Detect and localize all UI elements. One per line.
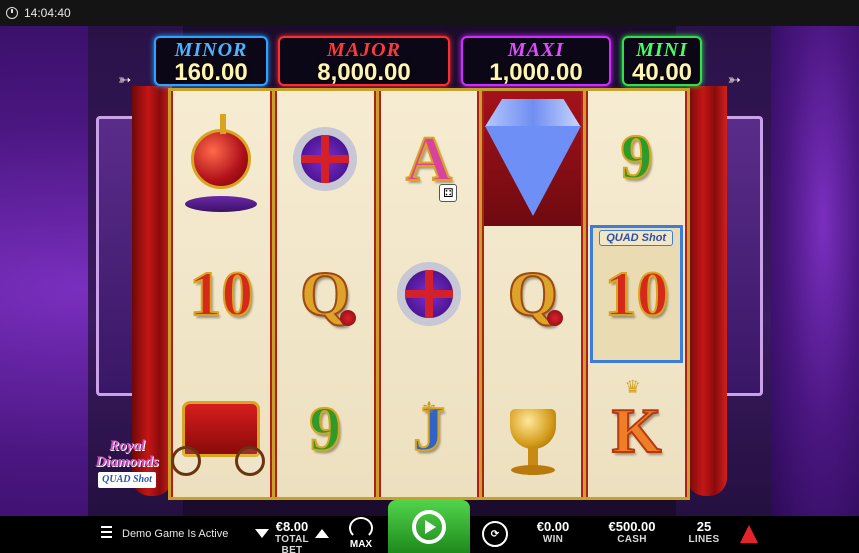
jackpot-panel: ➳ MINOR 160.00 MAJOR 8,000.00 MAXI 1,000… <box>88 36 771 89</box>
jackpot-maxi-value: 1,000.00 <box>489 59 583 86</box>
lines-label: LINES <box>688 534 720 545</box>
jackpot-minor-value: 160.00 <box>174 59 248 86</box>
symbol-chalice <box>484 362 581 497</box>
crown-icon: ♛ <box>624 377 641 397</box>
jackpot-maxi: MAXI 1,000.00 <box>461 36 611 86</box>
symbol-jack: ⚜ J <box>381 362 478 497</box>
logo-line-3: QUAD Shot <box>98 472 156 488</box>
symbol-ten-text: 10 <box>604 257 670 330</box>
symbol-nine: 9 <box>277 362 374 497</box>
symbol-nine-text: 9 <box>620 120 654 193</box>
jackpot-mini-label: MINI <box>636 39 688 61</box>
quad-shot-cell: QUAD Shot 10 <box>590 225 683 363</box>
quad-shot-badge: QUAD Shot <box>599 230 674 246</box>
logo-line-1: Royal <box>109 438 145 454</box>
total-bet-value: €8.00 <box>275 519 309 534</box>
lines-display: 25 LINES <box>686 519 722 545</box>
max-bet-button[interactable]: MAX <box>345 516 377 553</box>
win-value: €0.00 <box>536 519 570 534</box>
reel-5: 9 QUAD Shot 10 ♛ K <box>586 91 687 497</box>
symbol-ace: A ⚃ <box>381 91 478 226</box>
left-arrow-decoration: ➳ <box>118 72 132 89</box>
jackpot-major-value: 8,000.00 <box>317 59 411 86</box>
orb-icon <box>191 113 252 189</box>
jackpot-mini-value: 40.00 <box>631 59 693 86</box>
total-bet-label: TOTAL BET <box>275 534 309 553</box>
win-label: WIN <box>542 534 564 545</box>
jackpot-minor-label: MINOR <box>174 39 248 61</box>
play-icon <box>412 509 446 544</box>
left-curtain <box>132 86 172 496</box>
status-bar: 14:04:40 <box>0 0 859 26</box>
spin-button[interactable] <box>388 500 470 553</box>
symbol-queen: Q <box>484 226 581 361</box>
lines-value: 25 <box>696 519 712 534</box>
gauge-icon <box>349 517 373 539</box>
win-display: €0.00 WIN <box>528 519 578 545</box>
symbol-ten-text: 10 <box>188 257 254 330</box>
symbol-king-text: K <box>611 394 663 467</box>
jackpot-minor: MINOR 160.00 <box>154 36 268 86</box>
jeweled-ring-icon <box>293 126 358 191</box>
reel-1: 10 <box>171 91 272 497</box>
symbol-carriage <box>171 362 270 497</box>
cash-label: CASH <box>617 534 647 545</box>
diamond-icon <box>484 125 581 216</box>
symbol-ring <box>381 226 478 361</box>
jackpot-major: MAJOR 8,000.00 <box>278 36 450 86</box>
right-arrow-decoration: ➳ <box>727 72 741 89</box>
right-curtain <box>687 86 727 496</box>
right-window-panel <box>723 116 763 396</box>
backdrop-right <box>769 26 859 516</box>
demo-status-text: Demo Game Is Active <box>122 528 229 540</box>
game-stage: ➳ MINOR 160.00 MAJOR 8,000.00 MAXI 1,000… <box>88 26 771 516</box>
jeweled-ring-icon <box>396 261 461 326</box>
dice-icon: ⚃ <box>439 184 458 203</box>
left-window-panel <box>96 116 136 396</box>
jackpot-major-label: MAJOR <box>327 39 401 61</box>
symbol-nine-text: 9 <box>308 392 342 465</box>
rose-icon <box>547 309 564 326</box>
control-bar: Demo Game Is Active €8.00 TOTAL BET MAX … <box>0 500 859 553</box>
brand-logo-icon <box>740 525 758 543</box>
reel-grid[interactable]: 10 Q 9 A ⚃ ⚜ J Q 9 QUAD Shot 10 ♛ K <box>168 88 690 500</box>
bet-increase-button[interactable] <box>315 529 329 538</box>
symbol-ring <box>277 91 374 226</box>
symbol-diamond <box>484 91 582 227</box>
chalice-icon <box>509 409 556 476</box>
menu-icon[interactable] <box>101 526 112 538</box>
symbol-orb <box>173 91 270 226</box>
logo-line-2: Diamonds <box>95 454 159 470</box>
symbol-king: ♛ K <box>588 365 685 497</box>
symbol-ten: 10 <box>173 226 270 361</box>
symbol-queen: Q <box>277 226 374 361</box>
wheel-icon <box>235 446 266 477</box>
max-bet-label: MAX <box>349 539 373 550</box>
autoplay-button[interactable]: ⟳ <box>482 521 508 547</box>
orb-cushion <box>185 196 258 213</box>
rose-icon <box>339 309 356 326</box>
autoplay-icon: ⟳ <box>490 528 500 540</box>
game-logo: Royal Diamonds QUAD Shot <box>92 438 162 488</box>
cash-value: €500.00 <box>608 519 656 534</box>
chalice-base <box>510 464 555 475</box>
cash-display: €500.00 CASH <box>600 519 664 545</box>
symbol-nine: 9 <box>588 91 685 223</box>
jackpot-maxi-label: MAXI <box>507 39 565 61</box>
total-bet-display: €8.00 TOTAL BET <box>266 519 318 553</box>
wheel-icon <box>171 446 202 477</box>
status-time: 14:04:40 <box>24 6 71 20</box>
clock-icon <box>6 7 18 19</box>
reel-2: Q 9 <box>274 91 376 497</box>
reel-3: A ⚃ ⚜ J <box>378 91 480 497</box>
carriage-icon <box>171 401 266 477</box>
reel-4: Q <box>482 91 584 497</box>
jackpot-mini: MINI 40.00 <box>622 36 702 86</box>
fleur-de-lis-icon: ⚜ <box>420 397 438 418</box>
